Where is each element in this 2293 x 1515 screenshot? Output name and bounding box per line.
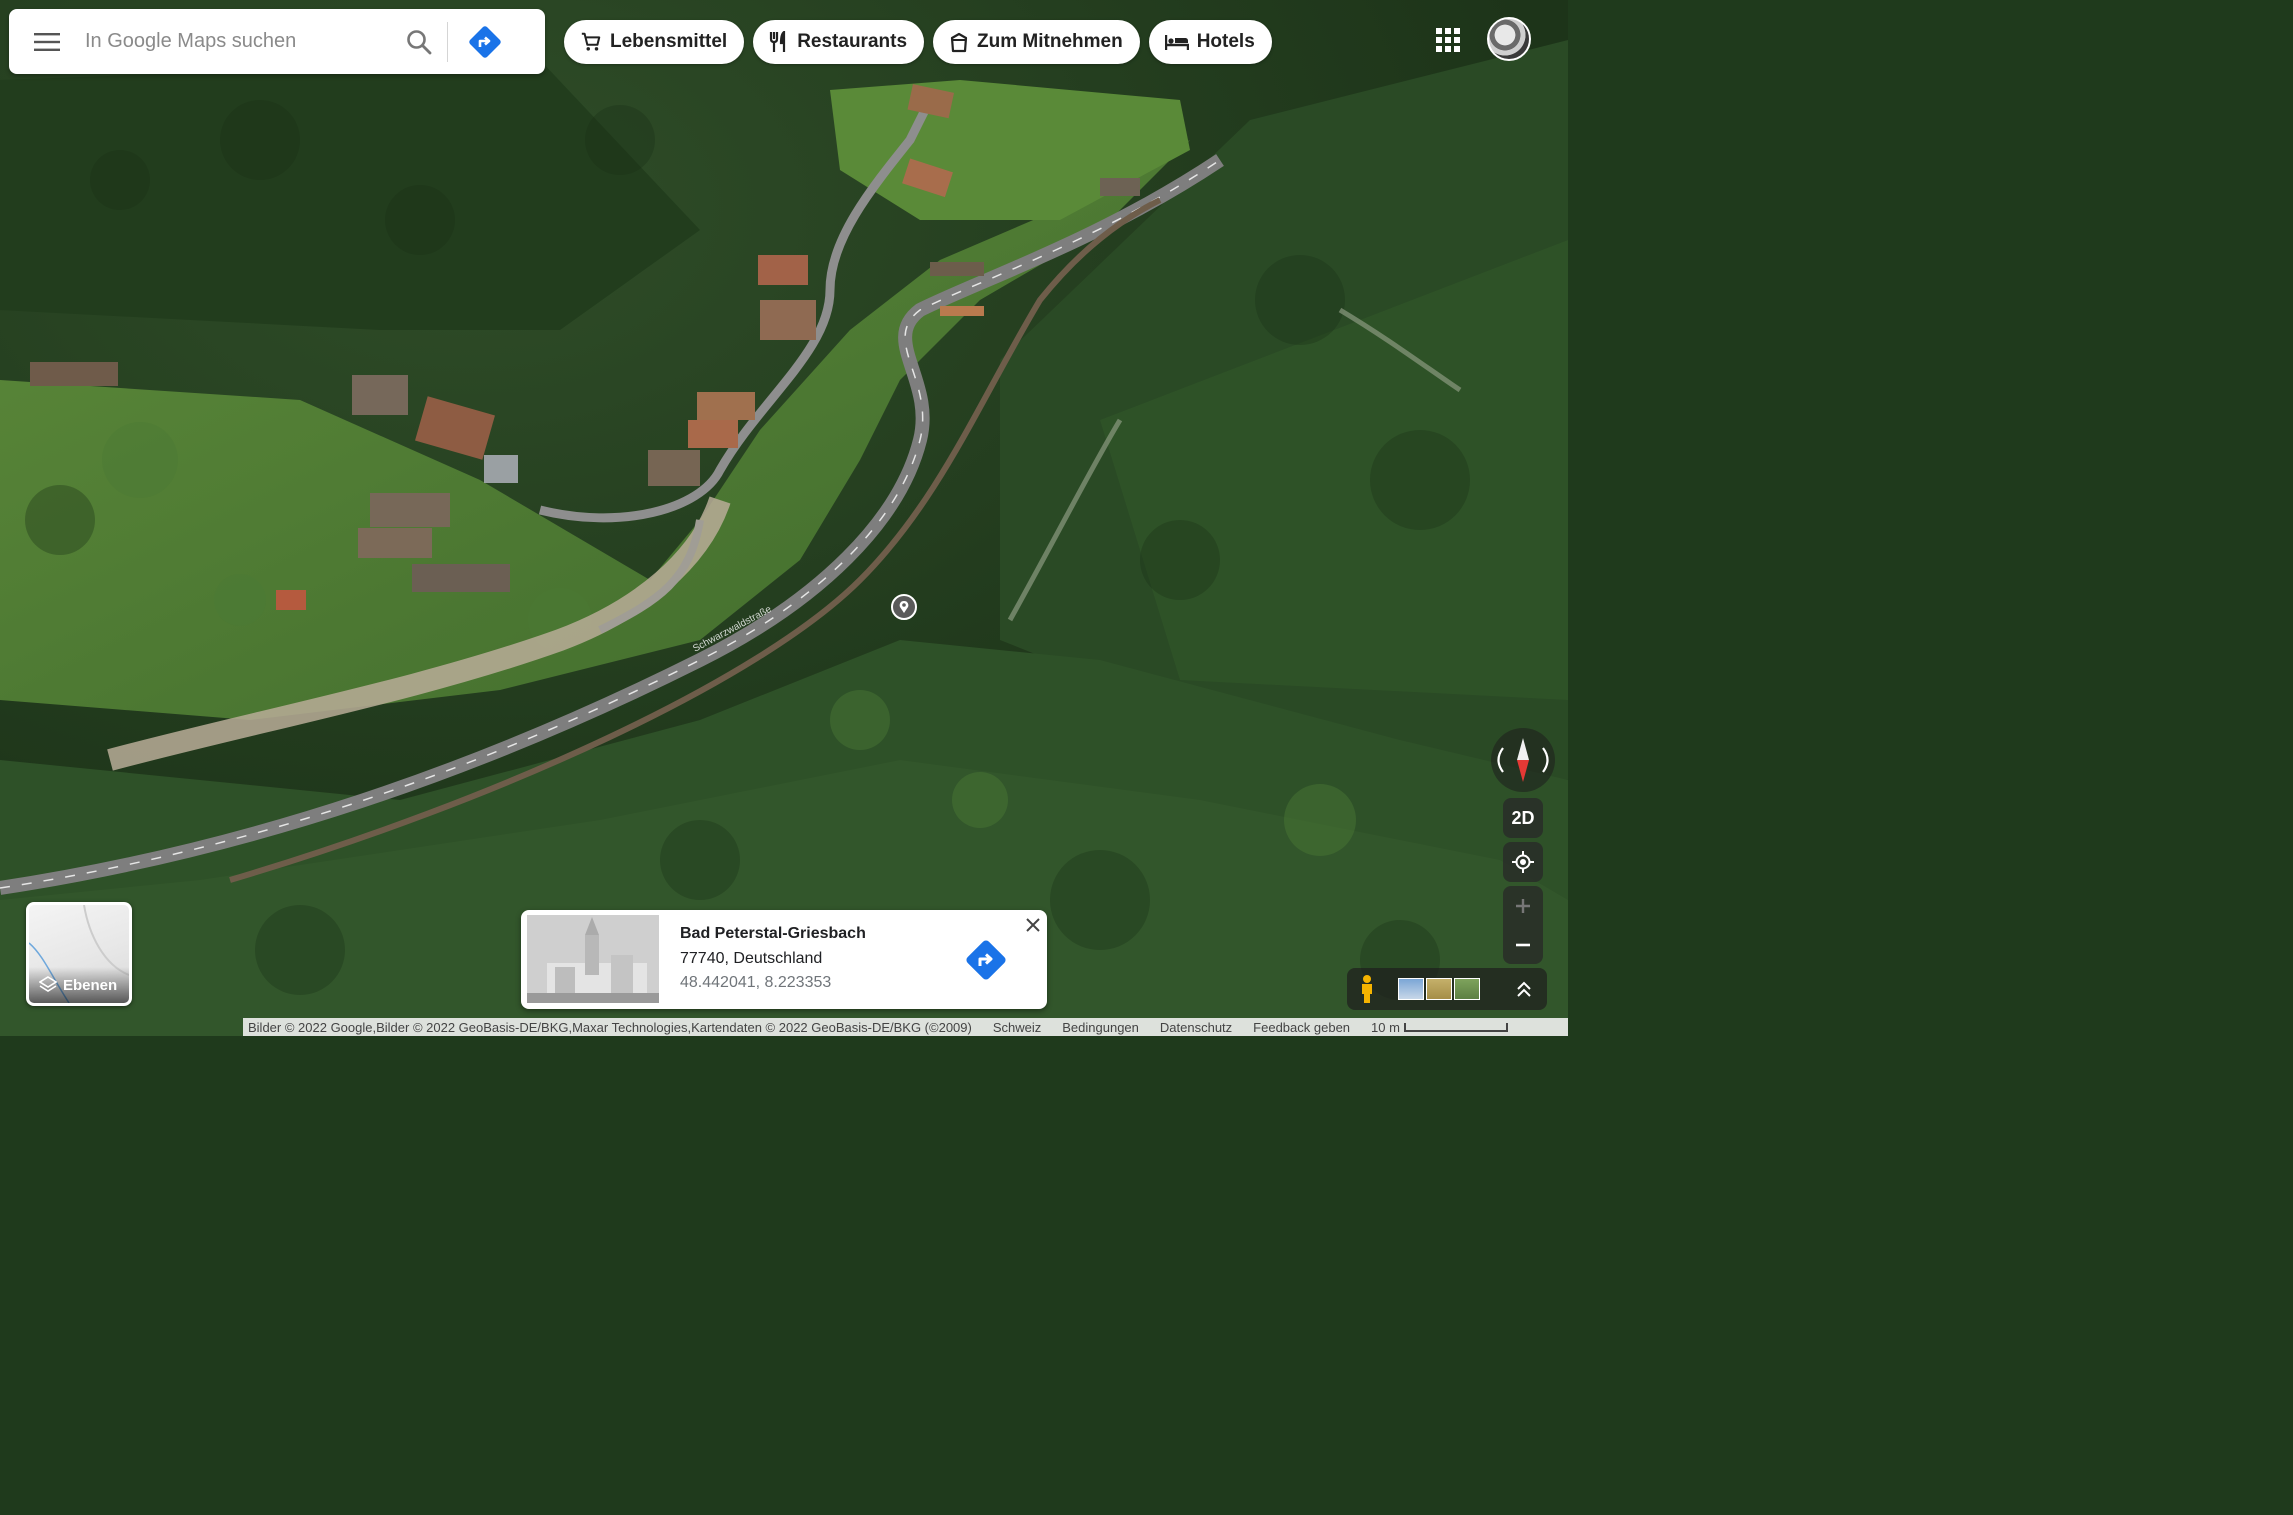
search-button[interactable] [391,9,447,74]
cutlery-icon [770,31,786,52]
map-scale[interactable]: 10 m [1371,1020,1508,1035]
zoom-controls [1503,886,1543,964]
my-location-button[interactable] [1503,842,1543,882]
satellite-map[interactable]: Schwarzwaldstraße [0,0,1568,1036]
directions-icon [469,25,501,58]
layers-label-bar: Ebenen [29,967,129,1003]
compass-button[interactable] [1491,728,1555,792]
expand-imagery-button[interactable] [1511,976,1537,1002]
imagery-thumb-2[interactable] [1426,978,1452,1000]
place-card[interactable]: Bad Peterstal-Griesbach 77740, Deutschla… [521,910,1047,1009]
imagery-thumbnails [1398,978,1480,1000]
category-chips: Lebensmittel Restaurants Zum Mitnehmen H… [564,20,1272,64]
chip-label: Restaurants [797,31,908,52]
chip-restaurants[interactable]: Restaurants [753,20,925,64]
view-toggle-label: 2D [1511,807,1535,828]
place-coordinates: 48.442041, 8.223353 [680,974,832,991]
account-avatar[interactable] [1487,17,1531,61]
google-apps-button[interactable] [1430,22,1466,58]
chip-label: Lebensmittel [610,31,728,52]
hamburger-icon [34,32,60,51]
view-2d-button[interactable]: 2D [1503,798,1543,838]
chip-zum-mitnehmen[interactable]: Zum Mitnehmen [933,20,1140,64]
layers-label: Ebenen [63,976,118,994]
imagery-thumb-3[interactable] [1454,978,1480,1000]
minus-icon [1516,943,1530,946]
footer-link-feedback[interactable]: Feedback geben [1253,1020,1350,1035]
bed-icon [1164,35,1189,50]
directions-icon [966,940,1006,980]
place-illustration-icon [527,915,659,1003]
footer-link-schweiz[interactable]: Schweiz [993,1020,1041,1035]
pegman-icon [1362,975,1372,1003]
close-icon [1026,918,1040,932]
location-pin-icon[interactable] [891,594,917,620]
place-close-button[interactable] [1021,913,1045,937]
directions-button[interactable] [448,9,522,74]
chip-hotels[interactable]: Hotels [1148,20,1272,64]
imagery-thumb-1[interactable] [1398,978,1424,1000]
scale-label: 10 m [1371,1019,1400,1035]
scale-bar [1403,1022,1508,1032]
footer-link-bedingungen[interactable]: Bedingungen [1062,1020,1139,1035]
map-footer: Bilder © 2022 Google,Bilder © 2022 GeoBa… [243,1018,1568,1036]
menu-button[interactable] [9,9,85,74]
chip-label: Zum Mitnehmen [977,31,1123,52]
my-location-icon [1512,851,1534,873]
place-address: 77740, Deutschland [680,950,823,967]
zoom-in-button[interactable] [1503,886,1543,925]
chip-lebensmittel[interactable]: Lebensmittel [564,20,745,64]
cart-icon [581,32,601,51]
place-directions-button[interactable] [964,938,1008,982]
plus-icon [1516,898,1530,913]
place-thumbnail[interactable] [527,915,659,1003]
chip-label: Hotels [1196,31,1255,52]
pegman-button[interactable] [1354,974,1380,1004]
apps-grid-icon [1436,28,1460,52]
search-box [9,9,545,74]
compass-icon [1497,738,1549,782]
footer-link-datenschutz[interactable]: Datenschutz [1160,1020,1232,1035]
place-title: Bad Peterstal-Griesbach [680,925,866,942]
zoom-out-button[interactable] [1503,925,1543,964]
layers-button[interactable]: Ebenen [26,902,132,1006]
layers-icon [39,976,57,992]
chevron-up-double-icon [1517,981,1531,997]
takeout-icon [950,32,968,53]
attribution-text: Bilder © 2022 Google,Bilder © 2022 GeoBa… [248,1019,972,1035]
search-icon [407,29,432,54]
search-input[interactable] [85,21,391,62]
